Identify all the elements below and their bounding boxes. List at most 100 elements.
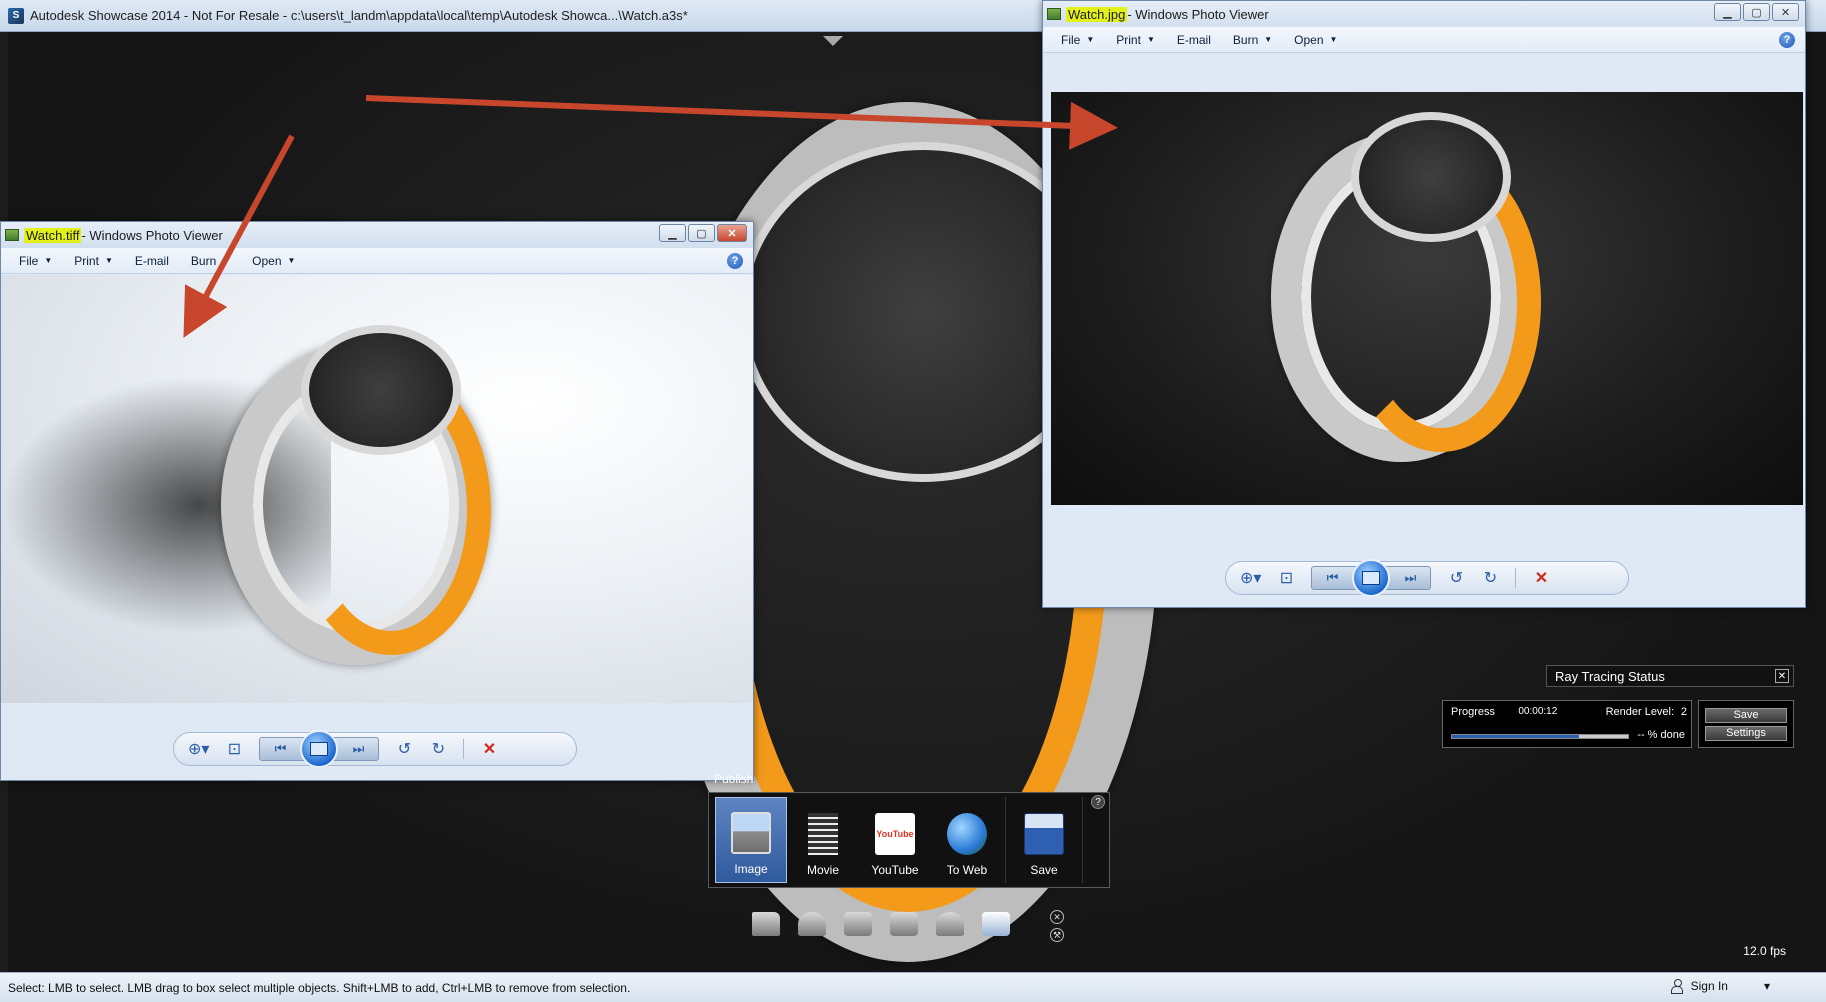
chevron-down-icon: ▼ — [1086, 35, 1095, 44]
publish-to-web-button[interactable]: To Web — [931, 797, 1003, 883]
publish-movie-button[interactable]: Movie — [787, 797, 859, 883]
lights-icon[interactable] — [844, 912, 872, 936]
photo-viewer-jpg-titlebar: Watch.jpg - Windows Photo Viewer ▁ ▢ ✕ — [1043, 1, 1805, 27]
actual-size-icon[interactable]: ⊡ — [1277, 568, 1295, 588]
next-icon[interactable]: ⏭ — [1390, 570, 1430, 586]
ray-tracing-progress-bar — [1451, 734, 1629, 739]
wrench-icon[interactable]: ⚒ — [1050, 928, 1064, 942]
globe-icon — [947, 813, 987, 855]
jpg-menu-bar: File ▼ Print ▼ E-mail Burn ▼ Open ▼ ? — [1043, 27, 1805, 53]
publish-icon[interactable] — [982, 912, 1010, 936]
tiff-watch — [201, 305, 521, 685]
jpg-title-app: - Windows Photo Viewer — [1127, 6, 1269, 22]
render-level-value: 2 — [1680, 706, 1687, 718]
jpg-maximize-button[interactable]: ▢ — [1743, 3, 1770, 21]
photo-viewer-icon — [5, 229, 19, 241]
tiff-menu-open[interactable]: Open ▼ — [252, 254, 295, 268]
divider — [1082, 797, 1083, 883]
render-level-label: Render Level: — [1605, 706, 1675, 718]
divider — [1515, 568, 1517, 588]
ray-tracing-status-header: Ray Tracing Status ✕ — [1546, 665, 1794, 687]
tiff-maximize-button[interactable]: ▢ — [688, 224, 715, 242]
status-message: Select: LMB to select. LMB drag to box s… — [8, 980, 631, 995]
viewport-collapse-triangle-icon[interactable] — [823, 36, 843, 46]
rotate-counterclockwise-icon[interactable]: ↺ — [1447, 568, 1465, 588]
chevron-down-icon: ▼ — [222, 256, 231, 265]
publish-youtube-button[interactable]: YouTube YouTube — [859, 797, 931, 883]
tiff-image — [1, 275, 753, 703]
delete-icon[interactable]: ✕ — [1532, 568, 1550, 588]
publish-popup: Image Movie YouTube YouTube To Web Save … — [708, 792, 1110, 888]
divider — [1005, 797, 1006, 883]
material-sphere-icon[interactable] — [798, 912, 826, 936]
photo-viewer-jpg-window[interactable]: Watch.jpg - Windows Photo Viewer ▁ ▢ ✕ F… — [1042, 0, 1806, 608]
chevron-down-icon: ▼ — [104, 256, 113, 265]
ray-save-button[interactable]: Save — [1705, 707, 1787, 723]
jpg-control-bar: ⊕▾ ⊡ ⏮ ⏭ ↺ ↻ ✕ — [1225, 559, 1629, 597]
youtube-icon: YouTube — [875, 813, 915, 855]
publish-image-button[interactable]: Image — [715, 797, 787, 883]
chevron-down-icon: ▼ — [44, 256, 53, 265]
previous-icon[interactable]: ⏮ — [260, 741, 300, 757]
publish-help-icon[interactable]: ? — [1091, 795, 1105, 809]
tiff-menu-print[interactable]: Print ▼ — [74, 254, 113, 268]
rotate-clockwise-icon[interactable]: ↻ — [429, 739, 447, 759]
tiff-help-icon[interactable]: ? — [727, 253, 743, 269]
slideshow-icon[interactable] — [300, 730, 339, 768]
jpg-navigation-group: ⏮ ⏭ — [1311, 559, 1432, 597]
jpg-close-button[interactable]: ✕ — [1772, 3, 1799, 21]
ray-tracing-title: Ray Tracing Status — [1555, 668, 1665, 684]
status-bar: Select: LMB to select. LMB drag to box s… — [0, 972, 1826, 1002]
divider — [463, 739, 465, 759]
photo-viewer-tiff-titlebar: Watch.tiff - Windows Photo Viewer ▁ ▢ ✕ — [1, 222, 753, 248]
fps-readout: 12.0 fps — [1743, 944, 1786, 958]
camera-icon[interactable] — [890, 912, 918, 936]
user-icon — [1670, 979, 1683, 994]
shelf-small-buttons: ✕ ⚒ — [1050, 910, 1064, 942]
zoom-icon[interactable]: ⊕▾ — [188, 739, 209, 759]
ray-settings-button[interactable]: Settings — [1705, 725, 1787, 741]
jpg-menu-email[interactable]: E-mail — [1177, 33, 1211, 47]
jpg-help-icon[interactable]: ? — [1779, 32, 1795, 48]
next-icon[interactable]: ⏭ — [338, 741, 378, 757]
elapsed-time: 00:00:12 — [1518, 706, 1558, 717]
jpg-watch — [1251, 102, 1571, 492]
rotate-clockwise-icon[interactable]: ↻ — [1481, 568, 1499, 588]
showcase-app-icon: S — [8, 7, 24, 24]
close-shelf-icon[interactable]: ✕ — [1050, 910, 1064, 924]
publish-label: Publish — [714, 772, 754, 786]
jpg-menu-open[interactable]: Open ▼ — [1294, 33, 1337, 47]
tiff-menu-bar: File ▼ Print ▼ E-mail Burn ▼ Open ▼ ? — [1, 248, 753, 274]
tiff-menu-email[interactable]: E-mail — [135, 254, 169, 268]
jpg-menu-print[interactable]: Print ▼ — [1116, 33, 1155, 47]
jpg-menu-file[interactable]: File ▼ — [1061, 33, 1094, 47]
rotate-counterclockwise-icon[interactable]: ↺ — [395, 739, 413, 759]
photo-viewer-icon — [1047, 8, 1061, 20]
chevron-down-icon: ▼ — [1146, 35, 1155, 44]
tiff-menu-file[interactable]: File ▼ — [19, 254, 52, 268]
previous-icon[interactable]: ⏮ — [1312, 570, 1352, 586]
percent-done: -- % done — [1637, 729, 1685, 741]
chevron-down-icon: ▼ — [1329, 35, 1338, 44]
jpg-menu-burn[interactable]: Burn ▼ — [1233, 33, 1272, 47]
sign-in-button[interactable]: Sign In ▾ — [1670, 979, 1770, 994]
tiff-title-app: - Windows Photo Viewer — [81, 227, 223, 243]
delete-icon[interactable]: ✕ — [480, 739, 498, 759]
tiff-menu-burn[interactable]: Burn ▼ — [191, 254, 230, 268]
ray-tracing-buttons: Save Settings — [1698, 700, 1794, 748]
publish-save-button[interactable]: Save — [1008, 797, 1080, 883]
sign-in-label: Sign In — [1690, 979, 1728, 993]
zoom-icon[interactable]: ⊕▾ — [1240, 568, 1261, 588]
tiff-close-button[interactable]: ✕ — [717, 224, 747, 242]
ray-tracing-close-icon[interactable]: ✕ — [1775, 669, 1789, 683]
slideshow-icon[interactable] — [1352, 559, 1391, 597]
floppy-disk-icon — [1024, 813, 1064, 855]
tiff-navigation-group: ⏮ ⏭ — [259, 730, 380, 768]
actual-size-icon[interactable]: ⊡ — [225, 739, 243, 759]
environment-icon[interactable] — [936, 912, 964, 936]
tiff-minimize-button[interactable]: ▁ — [659, 224, 686, 242]
photo-viewer-tiff-window[interactable]: Watch.tiff - Windows Photo Viewer ▁ ▢ ✕ … — [0, 221, 754, 781]
jpg-title-filename: Watch.jpg — [1066, 6, 1128, 22]
folder-icon[interactable] — [752, 912, 780, 936]
jpg-minimize-button[interactable]: ▁ — [1714, 3, 1741, 21]
